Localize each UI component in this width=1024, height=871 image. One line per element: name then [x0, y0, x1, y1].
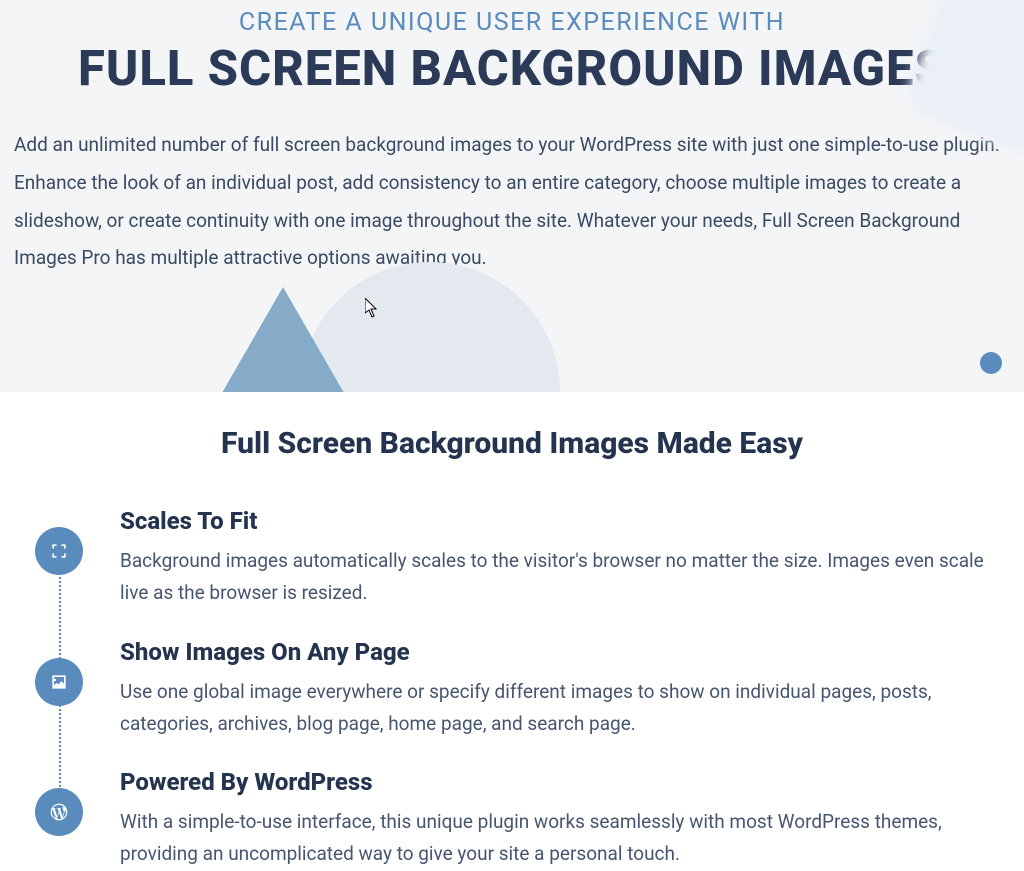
hero-overline: CREATE A UNIQUE USER EXPERIENCE WITH	[14, 8, 1010, 37]
features-section: Full Screen Background Images Made Easy …	[0, 392, 1024, 871]
feature-item: Scales To Fit Background images automati…	[120, 507, 996, 610]
feature-item: Show Images On Any Page Use one global i…	[120, 638, 996, 741]
feature-list: Scales To Fit Background images automati…	[28, 507, 996, 871]
feature-item: Powered By WordPress With a simple-to-us…	[120, 768, 996, 871]
wordpress-icon	[35, 788, 83, 836]
feature-desc: Use one global image everywhere or speci…	[120, 676, 996, 741]
hero-intro: Add an unlimited number of full screen b…	[14, 126, 1010, 276]
feature-title: Scales To Fit	[120, 507, 996, 535]
feature-desc: With a simple-to-use interface, this uni…	[120, 806, 996, 871]
hero-headline: FULL SCREEN BACKGROUND IMAGES	[14, 43, 1010, 94]
feature-title: Powered By WordPress	[120, 768, 996, 796]
feature-title: Show Images On Any Page	[120, 638, 996, 666]
hero-section: CREATE A UNIQUE USER EXPERIENCE WITH FUL…	[0, 0, 1024, 392]
section-title: Full Screen Background Images Made Easy	[28, 426, 996, 461]
feature-desc: Background images automatically scales t…	[120, 545, 996, 610]
decorative-triangle	[188, 287, 378, 392]
expand-icon	[35, 527, 83, 575]
decorative-circle-small	[980, 352, 1002, 374]
image-icon	[35, 658, 83, 706]
